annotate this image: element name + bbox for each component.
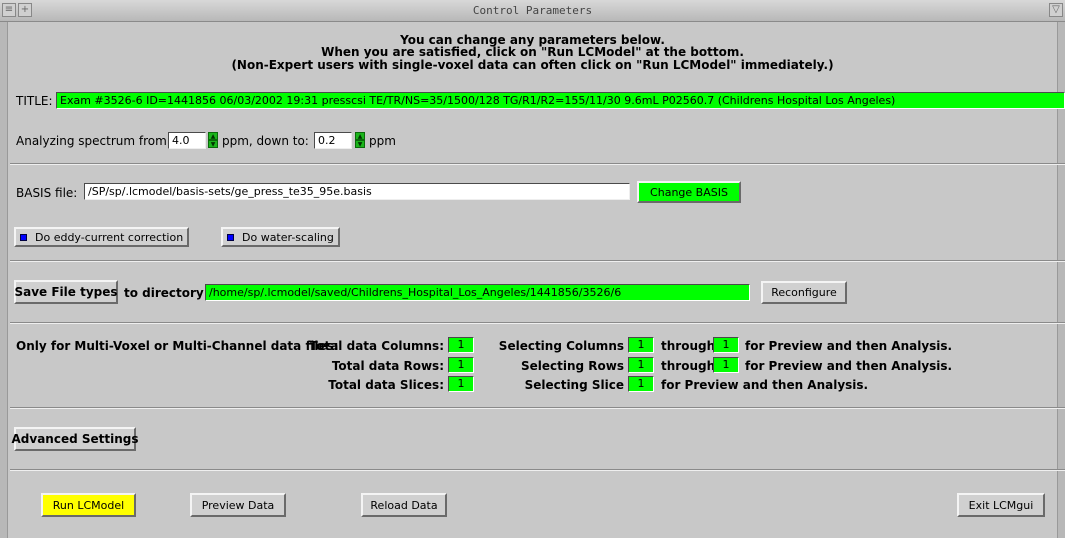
ppm-from-label: Analyzing spectrum from:: [16, 134, 171, 148]
ppm-down-stepper[interactable]: ▲ ▼: [355, 132, 365, 148]
basis-file-input[interactable]: /SP/sp/.lcmodel/basis-sets/ge_press_te35…: [84, 183, 630, 200]
total-columns-label: Total data Columns:: [309, 339, 444, 353]
exit-lcmgui-button[interactable]: Exit LCMgui: [957, 493, 1045, 517]
selecting-slice-input[interactable]: 1: [628, 376, 654, 392]
title-label: TITLE:: [16, 94, 53, 108]
columns-suffix-label: for Preview and then Analysis.: [745, 339, 953, 353]
separator: [10, 260, 1065, 262]
checkbox-checked-icon: [20, 233, 27, 241]
selecting-columns-to-input[interactable]: 1: [713, 337, 739, 353]
selecting-slice-label: Selecting Slice: [524, 378, 624, 392]
columns-through-label: through: [661, 339, 716, 353]
slice-suffix-label: for Preview and then Analysis.: [661, 378, 869, 392]
reconfigure-button[interactable]: Reconfigure: [761, 281, 847, 304]
selecting-rows-from-input[interactable]: 1: [628, 357, 654, 373]
preview-data-button[interactable]: Preview Data: [190, 493, 286, 517]
window-titlebar: ≡ + Control Parameters ▽: [0, 0, 1065, 22]
window-minimize-icon[interactable]: ▽: [1049, 3, 1063, 17]
window-title: Control Parameters: [472, 4, 593, 17]
save-dir-label: to directory:: [124, 286, 209, 300]
intro-line-3: (Non-Expert users with single-voxel data…: [231, 58, 834, 72]
advanced-settings-button[interactable]: Advanced Settings: [12, 427, 139, 451]
ppm-down-label: ppm, down to:: [222, 134, 309, 148]
save-directory-input[interactable]: /home/sp/.lcmodel/saved/Childrens_Hospit…: [205, 284, 750, 301]
selecting-columns-from-input[interactable]: 1: [628, 337, 654, 353]
total-slices-label: Total data Slices:: [328, 378, 444, 392]
selecting-rows-label: Selecting Rows: [520, 359, 624, 373]
total-rows-label: Total data Rows:: [331, 359, 444, 373]
separator: [10, 163, 1065, 165]
down-arrow-icon[interactable]: ▼: [355, 140, 365, 148]
water-scaling-checkbox[interactable]: Do water-scaling: [221, 227, 340, 247]
selecting-rows-to-input[interactable]: 1: [713, 357, 739, 373]
window-frame-left: [0, 22, 8, 538]
up-arrow-icon[interactable]: ▲: [355, 132, 365, 140]
checkbox-checked-icon: [227, 233, 234, 241]
ppm-from-input[interactable]: 4.0: [168, 132, 206, 149]
eddy-current-checkbox[interactable]: Do eddy-current correction: [14, 227, 190, 247]
change-basis-button[interactable]: Change BASIS: [637, 181, 741, 203]
separator: [10, 407, 1065, 409]
title-input[interactable]: Exam #3526-6 ID=1441856 06/03/2002 19:31…: [56, 92, 1065, 109]
ppm-from-stepper[interactable]: ▲ ▼: [208, 132, 218, 148]
selecting-columns-label: Selecting Columns: [498, 339, 624, 353]
eddy-current-label: Do eddy-current correction: [35, 230, 184, 244]
separator: [10, 322, 1065, 324]
run-lcmodel-button[interactable]: Run LCModel: [41, 493, 136, 517]
intro-line-2: When you are satisfied, click on "Run LC…: [321, 45, 744, 59]
basis-label: BASIS file:: [16, 186, 78, 200]
save-file-types-button[interactable]: Save File types: [14, 280, 118, 304]
rows-suffix-label: for Preview and then Analysis.: [745, 359, 953, 373]
ppm-unit-label: ppm: [369, 134, 396, 148]
water-scaling-label: Do water-scaling: [242, 230, 334, 244]
separator: [10, 469, 1065, 471]
up-arrow-icon[interactable]: ▲: [208, 132, 218, 140]
ppm-down-input[interactable]: 0.2: [314, 132, 352, 149]
down-arrow-icon[interactable]: ▼: [208, 140, 218, 148]
rows-through-label: through: [661, 359, 716, 373]
reload-data-button[interactable]: Reload Data: [361, 493, 447, 517]
